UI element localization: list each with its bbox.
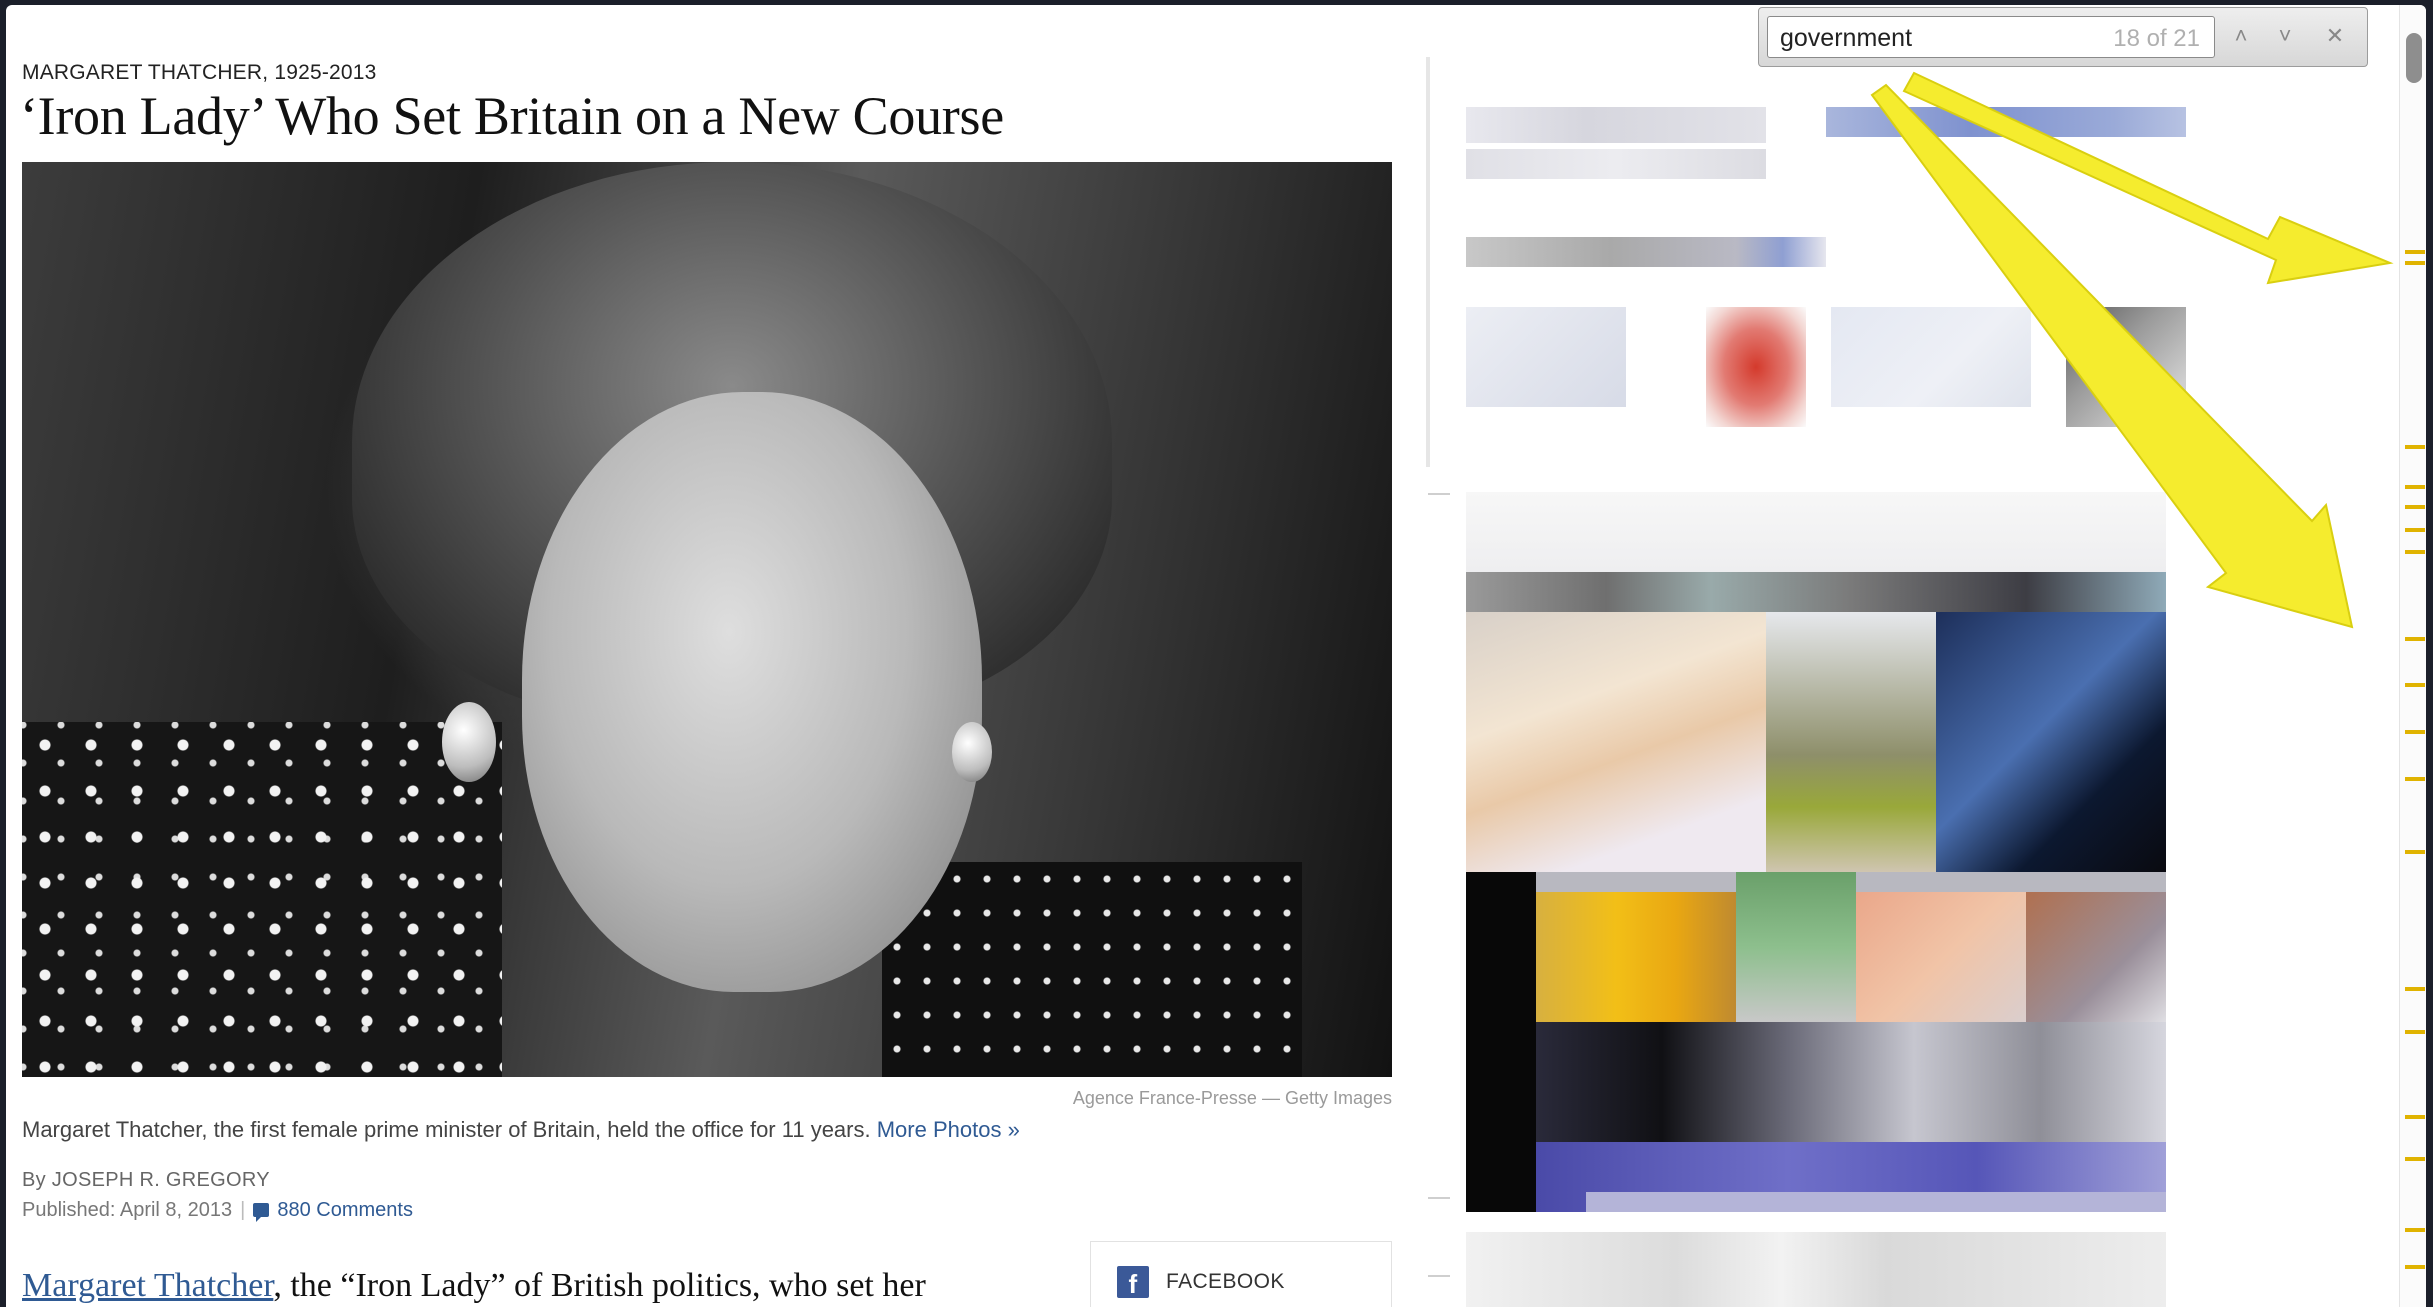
match-marker[interactable] bbox=[2405, 637, 2425, 641]
caption-text: Margaret Thatcher, the first female prim… bbox=[22, 1117, 871, 1142]
photo-earring-left bbox=[442, 702, 496, 782]
match-marker[interactable] bbox=[2405, 1157, 2425, 1161]
match-marker[interactable] bbox=[2405, 730, 2425, 734]
facebook-label: FACEBOOK bbox=[1166, 1270, 1285, 1293]
find-field[interactable]: 18 of 21 bbox=[1767, 16, 2215, 58]
photo-earring-right bbox=[952, 722, 992, 782]
publish-date: Published: April 8, 2013 bbox=[22, 1199, 233, 1221]
match-marker[interactable] bbox=[2405, 261, 2425, 265]
pixel-block bbox=[1466, 307, 1626, 407]
match-marker[interactable] bbox=[2405, 850, 2425, 854]
find-previous-button[interactable]: ˄ bbox=[2221, 18, 2261, 56]
article-kicker: MARGARET THATCHER, 1925-2013 bbox=[22, 61, 377, 84]
sidebar-frame bbox=[1426, 57, 1430, 467]
more-photos-link[interactable]: More Photos » bbox=[877, 1117, 1020, 1142]
pixel-block bbox=[1826, 107, 2186, 137]
pixelated-image bbox=[1466, 572, 2166, 1212]
match-marker[interactable] bbox=[2405, 1030, 2425, 1034]
share-facebook-button[interactable]: f FACEBOOK bbox=[1090, 1241, 1392, 1307]
pixel-block bbox=[1466, 149, 1766, 179]
lede-text: , the “Iron Lady” of British politics, w… bbox=[273, 1267, 926, 1304]
pixel-block bbox=[2066, 307, 2186, 427]
facebook-icon: f bbox=[1117, 1266, 1149, 1299]
find-close-button[interactable]: ✕ bbox=[2315, 18, 2355, 56]
vertical-scrollbar[interactable] bbox=[2399, 5, 2426, 1307]
pixel-block bbox=[1466, 1232, 2166, 1307]
photo-caption: Margaret Thatcher, the first female prim… bbox=[22, 1117, 1020, 1143]
match-marker[interactable] bbox=[2405, 445, 2425, 449]
photo-dress-left bbox=[22, 722, 502, 1077]
match-marker[interactable] bbox=[2405, 683, 2425, 687]
comments-count: 880 Comments bbox=[277, 1199, 413, 1221]
thatcher-link[interactable]: Margaret Thatcher bbox=[22, 1267, 273, 1304]
comment-bubble-icon bbox=[253, 1203, 270, 1222]
comments-link[interactable]: 880 Comments bbox=[253, 1199, 413, 1222]
publish-info: Published: April 8, 2013 | 880 Comments bbox=[22, 1199, 413, 1222]
scroll-thumb[interactable] bbox=[2406, 33, 2422, 83]
match-marker[interactable] bbox=[2405, 550, 2425, 554]
pixelated-sidebar bbox=[1446, 67, 2216, 1307]
article-photo[interactable] bbox=[22, 162, 1392, 1077]
pixel-block bbox=[1466, 107, 1766, 143]
photo-dress-right bbox=[882, 862, 1302, 1077]
find-bar: 18 of 21 ˄ ˅ ✕ bbox=[1758, 7, 2368, 67]
find-input[interactable] bbox=[1778, 21, 2082, 55]
browser-viewport: MARGARET THATCHER, 1925-2013 ‘Iron Lady’… bbox=[6, 5, 2426, 1307]
article-headline: ‘Iron Lady’ Who Set Britain on a New Cou… bbox=[20, 86, 1004, 146]
pixel-block bbox=[1706, 307, 1806, 427]
separator: | bbox=[240, 1199, 246, 1221]
match-marker[interactable] bbox=[2405, 505, 2425, 509]
match-marker[interactable] bbox=[2405, 528, 2425, 532]
pixel-block bbox=[1466, 237, 1826, 267]
article-lede: Margaret Thatcher, the “Iron Lady” of Br… bbox=[22, 1267, 926, 1305]
photo-face bbox=[522, 392, 982, 992]
find-next-button[interactable]: ˅ bbox=[2265, 18, 2305, 56]
match-marker[interactable] bbox=[2405, 1115, 2425, 1119]
match-marker[interactable] bbox=[2405, 250, 2425, 254]
match-marker[interactable] bbox=[2405, 987, 2425, 991]
pixel-block bbox=[1466, 492, 2166, 572]
pixel-block bbox=[1831, 307, 2031, 407]
match-marker[interactable] bbox=[2405, 1265, 2425, 1269]
match-count: 18 of 21 bbox=[2113, 25, 2200, 52]
match-marker[interactable] bbox=[2405, 1228, 2425, 1232]
photo-credit: Agence France-Presse — Getty Images bbox=[1072, 1088, 1392, 1108]
byline: By JOSEPH R. GREGORY bbox=[22, 1169, 270, 1191]
match-marker[interactable] bbox=[2405, 777, 2425, 781]
match-marker[interactable] bbox=[2405, 485, 2425, 489]
